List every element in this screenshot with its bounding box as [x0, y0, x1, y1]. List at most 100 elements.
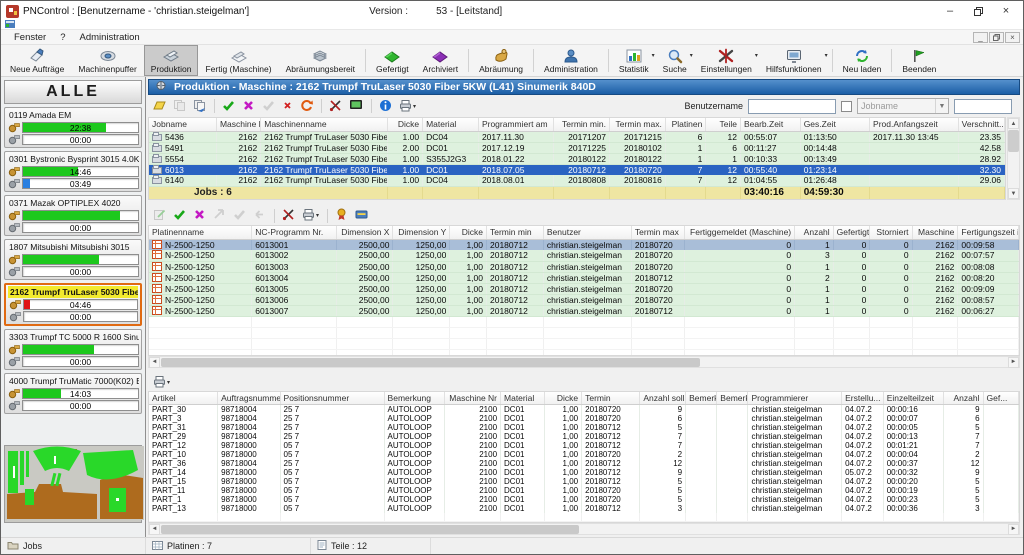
- cell[interactable]: 2162: [216, 131, 260, 142]
- cell[interactable]: 05 7: [280, 486, 384, 495]
- column-header-storniert[interactable]: Storniert: [870, 226, 912, 239]
- cell[interactable]: 5436: [149, 131, 216, 142]
- cell[interactable]: 20180816: [609, 175, 665, 186]
- cell[interactable]: DC01: [501, 504, 545, 513]
- cell[interactable]: 20180712: [487, 294, 544, 305]
- cell[interactable]: 20180720: [631, 261, 684, 272]
- cell[interactable]: [717, 468, 748, 477]
- cell[interactable]: christian.steigelman: [748, 441, 842, 450]
- machine-card-4000[interactable]: 4000 Trumpf TruMatic 7000(K02) Bo ...14:…: [4, 373, 142, 414]
- copy-gray-button[interactable]: [170, 97, 189, 116]
- cell[interactable]: 6013: [149, 164, 216, 175]
- column-header-dimension-y[interactable]: Dimension Y: [393, 226, 450, 239]
- cell[interactable]: 2100: [444, 450, 500, 459]
- cell[interactable]: AUTOLOOP: [384, 468, 444, 477]
- cell[interactable]: 00:00:37: [883, 459, 943, 468]
- cell[interactable]: 0: [833, 272, 870, 283]
- cell[interactable]: [686, 504, 717, 513]
- cell[interactable]: AUTOLOOP: [384, 432, 444, 441]
- cell[interactable]: 2162: [912, 294, 958, 305]
- cell[interactable]: 04.07.2: [842, 459, 884, 468]
- cell[interactable]: 6013005: [252, 283, 336, 294]
- cell[interactable]: PART_1: [149, 495, 218, 504]
- cell[interactable]: 00:08:20: [958, 272, 1019, 283]
- toolbar-button-hilfsfunktionen[interactable]: Hilfsfunktionen▾: [759, 45, 829, 76]
- cell[interactable]: 20180720: [582, 404, 640, 414]
- column-header-material[interactable]: Material: [501, 392, 545, 404]
- scroll-thumb[interactable]: [161, 358, 700, 367]
- cell[interactable]: 00:00:07: [883, 414, 943, 423]
- check-green-button[interactable]: [219, 97, 238, 116]
- cell[interactable]: 12: [706, 175, 741, 186]
- cell[interactable]: 20171215: [609, 131, 665, 142]
- cell[interactable]: 5: [640, 495, 686, 504]
- column-header-nc-programm-nr[interactable]: NC-Programm Nr.: [252, 226, 336, 239]
- cell[interactable]: DC01: [501, 423, 545, 432]
- cell[interactable]: 0: [685, 294, 795, 305]
- cell[interactable]: [983, 404, 1018, 414]
- cell[interactable]: 25 7: [280, 404, 384, 414]
- cell[interactable]: AUTOLOOP: [384, 495, 444, 504]
- cell[interactable]: [983, 468, 1018, 477]
- column-header-gef[interactable]: Gef...: [983, 392, 1018, 404]
- cell[interactable]: 20180720: [582, 450, 640, 459]
- cell[interactable]: N-2500-1250: [149, 283, 252, 294]
- cell[interactable]: [686, 495, 717, 504]
- benutzername-input[interactable]: [748, 99, 836, 114]
- cell[interactable]: 1,00: [544, 468, 581, 477]
- column-header-platinen[interactable]: Platinen: [665, 118, 705, 131]
- filter-all-button[interactable]: ALLE: [4, 80, 142, 104]
- cell[interactable]: 0: [870, 305, 912, 316]
- cell[interactable]: 00:11:27: [740, 142, 800, 153]
- tools-button[interactable]: [279, 206, 298, 225]
- column-header-bemerkung[interactable]: Bemerkung: [384, 392, 444, 404]
- column-header-artikel[interactable]: Artikel: [149, 392, 218, 404]
- cell[interactable]: 2162: [216, 153, 260, 164]
- cell[interactable]: [870, 175, 959, 186]
- column-header-termin[interactable]: Termin: [582, 392, 640, 404]
- cell[interactable]: christian.steigelman: [748, 450, 842, 459]
- cell[interactable]: 1250,00: [393, 239, 450, 250]
- table-row[interactable]: N-2500-125060130032500,001250,001,002018…: [149, 261, 1019, 272]
- cell[interactable]: 05 7: [280, 450, 384, 459]
- cell[interactable]: 25 7: [280, 459, 384, 468]
- machine-card-0119[interactable]: 0119 Amada EM22:3800:00: [4, 107, 142, 148]
- cell[interactable]: 0: [870, 261, 912, 272]
- cell[interactable]: 20180712: [582, 432, 640, 441]
- cell[interactable]: 98718000: [218, 504, 280, 513]
- toolbar-button-einstellungen[interactable]: Einstellungen▾: [694, 45, 759, 76]
- cell[interactable]: 20180712: [631, 272, 684, 283]
- cell[interactable]: 2162 Trumpf TruLaser 5030 Fiber...: [261, 164, 388, 175]
- scroll-thumb[interactable]: [161, 525, 579, 534]
- cell[interactable]: 25 7: [280, 423, 384, 432]
- table-row[interactable]: N-2500-125060130062500,001250,001,002018…: [149, 294, 1019, 305]
- x-magenta-button[interactable]: [239, 97, 258, 116]
- dropdown-arrow-icon[interactable]: ▾: [755, 52, 758, 59]
- cell[interactable]: 20180102: [609, 142, 665, 153]
- cell[interactable]: 9: [944, 404, 984, 414]
- column-header-positionsnummer[interactable]: Positionsnummer: [280, 392, 384, 404]
- cell[interactable]: AUTOLOOP: [384, 486, 444, 495]
- cell[interactable]: 1: [795, 294, 834, 305]
- cell[interactable]: 0: [833, 305, 870, 316]
- column-header-bemerk[interactable]: Bemerk...: [686, 392, 717, 404]
- cell[interactable]: [686, 423, 717, 432]
- badge-button[interactable]: [352, 206, 371, 225]
- dropdown-arrow-icon[interactable]: ▾: [316, 212, 319, 219]
- printer-button[interactable]: ▾: [396, 97, 419, 116]
- column-header-anzahl[interactable]: Anzahl: [944, 392, 984, 404]
- cell[interactable]: 2162 Trumpf TruLaser 5030 Fiber...: [261, 175, 388, 186]
- table-row[interactable]: 543621622162 Trumpf TruLaser 5030 Fiber.…: [149, 131, 1005, 142]
- cell[interactable]: 6013007: [252, 305, 336, 316]
- cell[interactable]: 00:00:36: [883, 504, 943, 513]
- cell[interactable]: 1,00: [544, 404, 581, 414]
- column-header-fertiggemeldet-maschine[interactable]: Fertiggemeldet (Maschine): [685, 226, 795, 239]
- table-row[interactable]: N-2500-125060130072500,001250,001,002018…: [149, 305, 1019, 316]
- cell[interactable]: 20180712: [487, 305, 544, 316]
- cell[interactable]: 20180720: [582, 486, 640, 495]
- cell[interactable]: N-2500-1250: [149, 305, 252, 316]
- cell[interactable]: 29.06: [958, 175, 1004, 186]
- toolbar-button-neue-auftr-ge[interactable]: Neue Aufträge: [3, 45, 71, 76]
- cell[interactable]: 23.35: [958, 131, 1004, 142]
- cell[interactable]: N-2500-1250: [149, 239, 252, 250]
